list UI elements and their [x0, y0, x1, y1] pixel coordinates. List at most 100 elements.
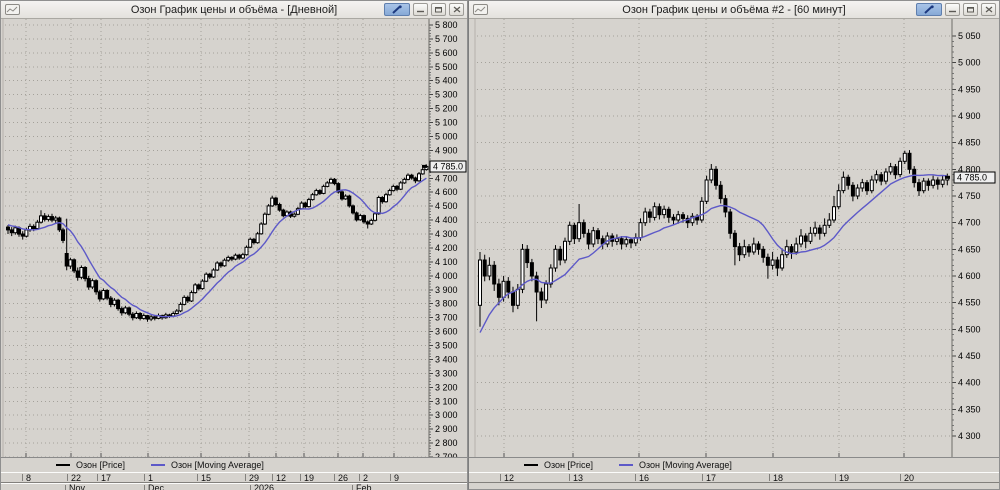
y-axis-label: 4 500 [958, 324, 981, 334]
legend-price-series: Озон [Price] [524, 460, 593, 470]
candle [529, 262, 534, 277]
y-axis-label: 5 600 [435, 48, 458, 58]
candle [358, 215, 363, 221]
candle [123, 307, 128, 314]
candle [251, 238, 256, 244]
x-axis-months-daily[interactable]: Nov Dec 2026 Feb [1, 483, 467, 490]
candle [61, 229, 65, 241]
candle [789, 246, 794, 253]
candle [200, 280, 205, 290]
y-axis-label: 4 700 [435, 173, 458, 183]
restore-button[interactable] [963, 3, 978, 16]
candle [9, 229, 14, 234]
close-icon [985, 6, 992, 13]
y-axis-label: 4 450 [958, 351, 981, 361]
candle [596, 230, 600, 240]
y-axis-label: 4 550 [958, 298, 981, 308]
y-axis-label: 2 800 [435, 438, 458, 448]
candle [329, 178, 333, 184]
chart-window-icon [5, 4, 20, 15]
y-axis-label: 4 900 [958, 111, 981, 121]
candle [233, 254, 238, 260]
y-axis-label: 5 400 [435, 76, 458, 86]
y-axis-label: 2 900 [435, 424, 458, 434]
candle [112, 299, 117, 305]
candle [149, 316, 154, 320]
close-button[interactable] [981, 3, 996, 16]
candle [643, 211, 648, 224]
candle [799, 235, 803, 245]
x-tick-separator [65, 485, 66, 490]
y-axis-label: 4 600 [435, 187, 458, 197]
candle [97, 291, 102, 300]
x-axis-days-daily[interactable]: 8 22 17 1 15 29 12 19 26 2 9 [1, 472, 467, 483]
y-axis-label: 4 850 [958, 138, 981, 148]
candle [35, 221, 40, 229]
close-button[interactable] [449, 3, 464, 16]
candle [270, 197, 275, 207]
minimize-button[interactable] [945, 3, 960, 16]
candle [145, 315, 150, 320]
x-tick-separator [635, 474, 636, 481]
candle [860, 182, 865, 189]
candle [935, 179, 940, 185]
candle [563, 240, 567, 261]
titlebar-daily[interactable]: Озон График цены и объёма - [Дневной] [1, 1, 467, 19]
candle [398, 182, 403, 190]
restore-button[interactable] [431, 3, 446, 16]
candle [105, 290, 110, 299]
candle [921, 180, 926, 192]
y-axis-label: 3 300 [435, 368, 458, 378]
x-tick-separator [272, 474, 273, 481]
x-axis-days-hourly[interactable]: 12 13 16 17 18 19 20 [469, 472, 999, 483]
candle [511, 291, 515, 306]
y-axis-label: 5 300 [435, 90, 458, 100]
x-axis-day-label: 8 [26, 473, 32, 483]
x-axis-day-label: 19 [304, 473, 315, 483]
candle [222, 259, 227, 267]
titlebar-hourly[interactable]: Озон График цены и объёма #2 - [60 минут… [469, 1, 999, 19]
candle [647, 211, 652, 218]
candle [193, 284, 198, 294]
legend-price-label: Озон [Price] [544, 460, 594, 470]
candle [354, 212, 359, 221]
candle [629, 239, 633, 244]
chart-legend: Озон [Price] Озон [Moving Average] [1, 457, 467, 472]
candle [865, 182, 869, 192]
candle [544, 283, 549, 301]
candle [813, 227, 818, 234]
candle [68, 259, 73, 267]
candle [822, 224, 827, 234]
candle [86, 278, 91, 288]
y-axis-label: 4 900 [435, 145, 458, 155]
y-axis-label: 4 200 [435, 243, 458, 253]
minimize-button[interactable] [413, 3, 428, 16]
candle [803, 235, 808, 242]
last-price-label: 4 785.0 [957, 173, 987, 183]
x-tick-separator [300, 474, 301, 481]
price-chart-daily[interactable]: 2 700 2 800 2 900 3 000 3 100 3 200 3 300 3 400… [1, 19, 467, 457]
candle [808, 232, 813, 242]
candle [101, 290, 106, 300]
pin-button[interactable] [916, 3, 942, 16]
candle [130, 313, 135, 319]
candle [676, 214, 681, 221]
candle [384, 194, 388, 203]
pin-icon [392, 5, 402, 14]
candle [362, 215, 366, 223]
candle [883, 171, 888, 182]
candle [406, 174, 410, 180]
candle [775, 259, 780, 269]
x-tick-separator [835, 474, 836, 481]
candle [567, 224, 572, 242]
x-axis-day-label: 2 [363, 473, 369, 483]
pin-button[interactable] [384, 3, 410, 16]
candle [185, 296, 190, 302]
bottom-filler [469, 483, 999, 489]
price-chart-hourly[interactable]: 4 300 4 350 4 400 4 450 4 500 4 550 4 600 4 650… [469, 19, 999, 457]
y-axis-label: 4 300 [958, 431, 981, 441]
y-axis-label: 2 700 [435, 452, 458, 457]
candle [108, 297, 113, 305]
candle [178, 303, 183, 312]
y-axis-label: 4 750 [958, 191, 981, 201]
